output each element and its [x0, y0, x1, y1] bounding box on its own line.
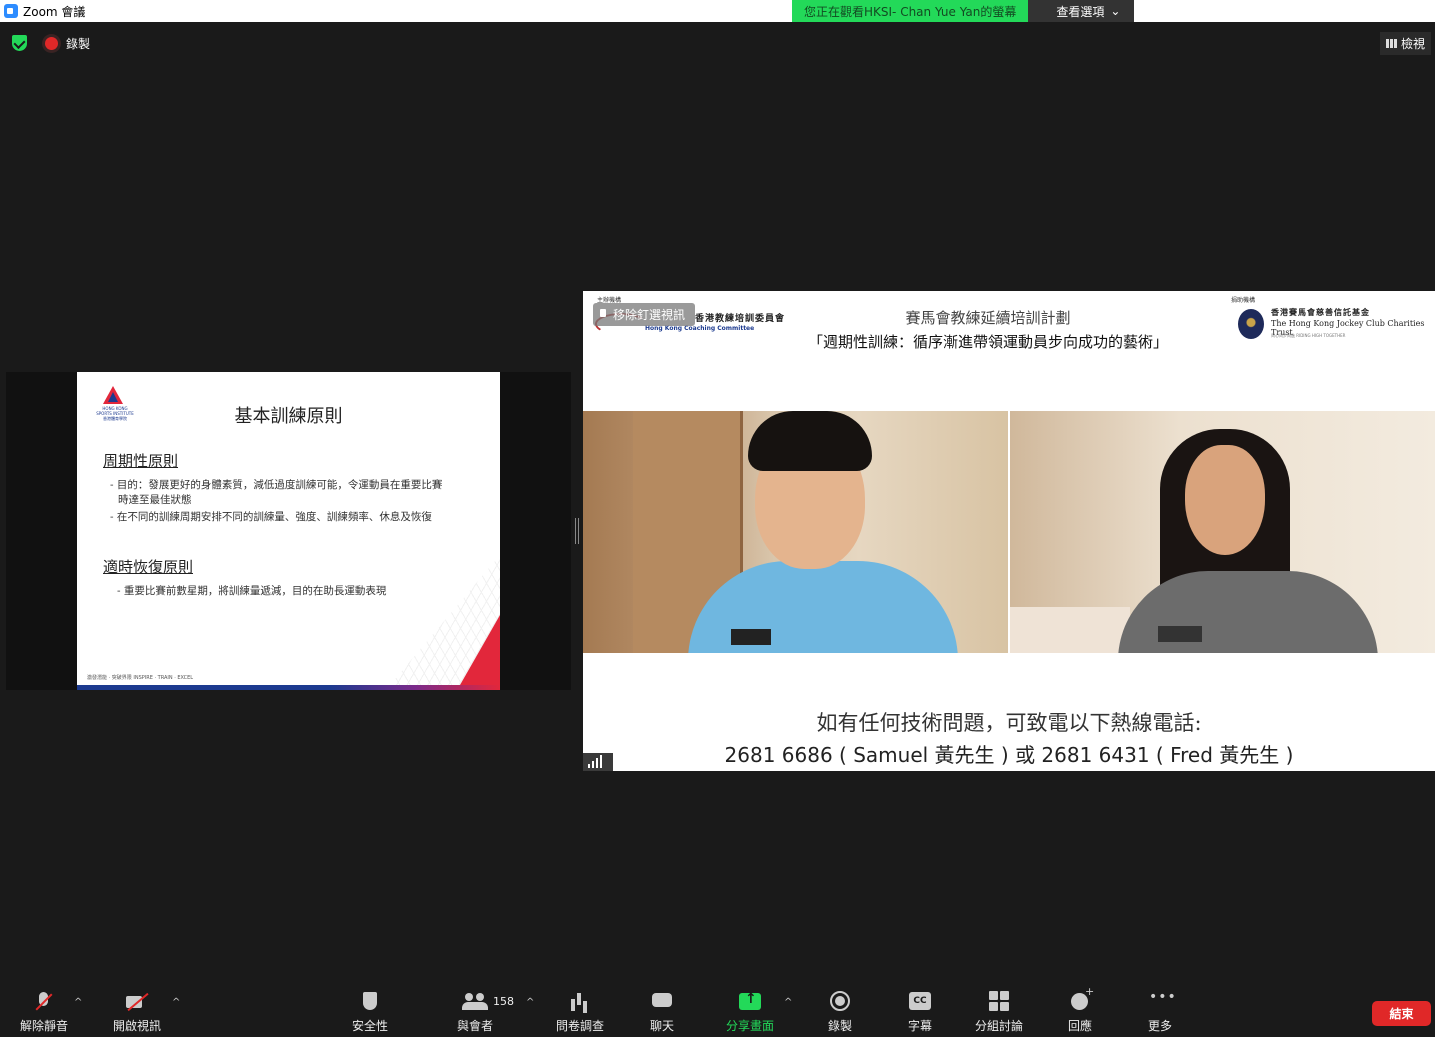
- record-label: 錄製: [827, 1019, 852, 1033]
- hotline-text: 如有任何技術問題，可致電以下熱線電話:: [816, 711, 1202, 735]
- sponsor-label: 捐助機構: [1231, 297, 1256, 304]
- window-title: Zoom 會議: [23, 4, 86, 19]
- participants-label: 與會者: [457, 1019, 494, 1033]
- viewing-screen-text: 您正在觀看HKSI- Chan Yue Yan的螢幕: [792, 0, 1029, 22]
- slide-corner-decoration: [460, 615, 500, 685]
- share-screen-label: 分享畫面: [726, 1019, 775, 1033]
- slide-title: 基本訓練原則: [234, 406, 343, 427]
- chat-button[interactable]: 聊天: [649, 991, 675, 1034]
- reactions-label: 回應: [1067, 1019, 1092, 1033]
- polls-button[interactable]: 問卷調查: [556, 991, 604, 1034]
- share-screen-button[interactable]: 分享畫面: [726, 991, 774, 1034]
- more-dots-icon: [1147, 989, 1177, 1013]
- zoom-app-icon: [4, 4, 18, 18]
- view-options-label: 查看選項: [1056, 4, 1105, 19]
- recording-label: 錄製: [66, 37, 91, 51]
- start-video-label: 開啟視訊: [113, 1019, 162, 1033]
- chevron-down-icon: ⌄: [1110, 4, 1121, 18]
- start-video-button[interactable]: 開啟視訊: [113, 991, 161, 1034]
- end-meeting-button[interactable]: 結束: [1372, 1001, 1431, 1026]
- shield-icon: [357, 991, 383, 1013]
- presentation-slide: HONG KONG SPORTS INSTITUTE 香港體育學院 基本訓練原則…: [77, 372, 500, 690]
- participants-button[interactable]: 與會者: [457, 991, 493, 1034]
- share-arrow-icon: [737, 991, 763, 1013]
- encryption-shield-icon[interactable]: [12, 35, 27, 51]
- jockey-club-logo: [1238, 309, 1264, 339]
- record-button[interactable]: 錄製: [827, 991, 853, 1034]
- more-button[interactable]: 更多: [1147, 989, 1177, 1034]
- slide-footer-bar: [77, 685, 500, 690]
- hotline-numbers: 2681 6686 ( Samuel 黃先生 ) 或 2681 6431 ( F…: [724, 743, 1294, 767]
- title-bar: Zoom 會議: [0, 0, 1435, 22]
- view-button[interactable]: 檢視: [1379, 32, 1431, 55]
- view-options-button[interactable]: 查看選項 ⌄: [1028, 0, 1135, 22]
- closed-caption-icon: [907, 991, 933, 1013]
- reactions-button[interactable]: 回應: [1067, 985, 1094, 1034]
- speaker-hair: [748, 411, 872, 471]
- record-icon: [827, 991, 853, 1013]
- more-label: 更多: [1147, 1019, 1172, 1033]
- video-header-banner: 主辦機構 香港教練培訓委員會 Hong Kong Coaching Commit…: [583, 291, 1435, 411]
- chat-bubble-icon: [649, 991, 675, 1013]
- share-options-caret[interactable]: ^: [784, 997, 792, 1008]
- participants-count: 158: [493, 995, 514, 1008]
- grid-icon: [986, 991, 1012, 1013]
- participants-options-caret[interactable]: ^: [526, 997, 534, 1008]
- meeting-status-bar: 錄製 檢視: [0, 22, 1435, 64]
- smiley-plus-icon: [1067, 985, 1094, 1013]
- slide-bullet-1b: 時達至最佳狀態: [118, 494, 192, 506]
- people-icon: [462, 991, 488, 1013]
- microphone-muted-icon: [31, 991, 57, 1013]
- slide-section-2: 適時恢復原則: [103, 558, 194, 576]
- pinned-video-panel[interactable]: 主辦機構 香港教練培訓委員會 Hong Kong Coaching Commit…: [583, 291, 1435, 771]
- share-banner: 您正在觀看HKSI- Chan Yue Yan的螢幕 查看選項 ⌄: [792, 0, 1135, 22]
- unmute-label: 解除靜音: [20, 1019, 69, 1033]
- security-label: 安全性: [352, 1019, 389, 1033]
- logo-triangle-blue: [108, 392, 118, 402]
- audio-options-caret[interactable]: ^: [74, 997, 82, 1008]
- bar-chart-icon: [567, 991, 593, 1013]
- view-button-label: 檢視: [1400, 37, 1425, 51]
- video-options-caret[interactable]: ^: [172, 997, 180, 1008]
- slide-bullet-1a: - 目的：發展更好的身體素質，減低過度訓練可能，令運動員在重要比賽: [110, 479, 443, 491]
- grid-icon: [1385, 39, 1397, 48]
- recording-dot-icon: [45, 37, 58, 50]
- speaker-video-left: [583, 411, 1008, 653]
- name-badge: [731, 629, 771, 645]
- slide-bullet-2: - 在不同的訓練周期安排不同的訓練量、強度、訓練頻率、休息及恢復: [110, 511, 432, 523]
- speaker-face: [1185, 445, 1265, 555]
- slide-footer-text: 激發潛能 · 突破界限 INSPIRE · TRAIN · EXCEL: [87, 675, 194, 681]
- name-badge: [1158, 626, 1202, 642]
- sponsor-tagline: 同心同步同進 RIDING HIGH TOGETHER: [1271, 333, 1346, 338]
- security-button[interactable]: 安全性: [352, 991, 388, 1034]
- captions-label: 字幕: [907, 1019, 932, 1033]
- speaker-video-right: [1010, 411, 1435, 653]
- chat-label: 聊天: [649, 1019, 674, 1033]
- slide-bullet-3: - 重要比賽前數星期，將訓練量遞減，目的在助長運動表現: [117, 585, 387, 597]
- background-bed: [1010, 607, 1130, 653]
- camera-off-icon: [124, 991, 150, 1013]
- panel-splitter-handle[interactable]: [575, 518, 579, 544]
- polls-label: 問卷調查: [556, 1019, 605, 1033]
- sponsor-name-cn: 香港賽馬會慈善信託基金: [1271, 308, 1370, 317]
- breakout-rooms-label: 分組討論: [975, 1019, 1024, 1033]
- unpin-video-button[interactable]: 移除釘選視訊: [593, 303, 696, 326]
- breakout-rooms-button[interactable]: 分組討論: [975, 991, 1023, 1034]
- captions-button[interactable]: 字幕: [907, 991, 933, 1034]
- meeting-toolbar: 解除靜音 ^ 開啟視訊 ^ 安全性 與會者 158 ^ 問卷調查 聊天 分享畫面…: [0, 977, 1435, 1037]
- signal-strength-icon[interactable]: [583, 753, 613, 771]
- speaker-shirt: [1118, 571, 1378, 653]
- shared-screen-panel[interactable]: HONG KONG SPORTS INSTITUTE 香港體育學院 基本訓練原則…: [6, 372, 571, 690]
- slide-section-1: 周期性原則: [103, 452, 179, 470]
- unmute-button[interactable]: 解除靜音: [20, 991, 68, 1034]
